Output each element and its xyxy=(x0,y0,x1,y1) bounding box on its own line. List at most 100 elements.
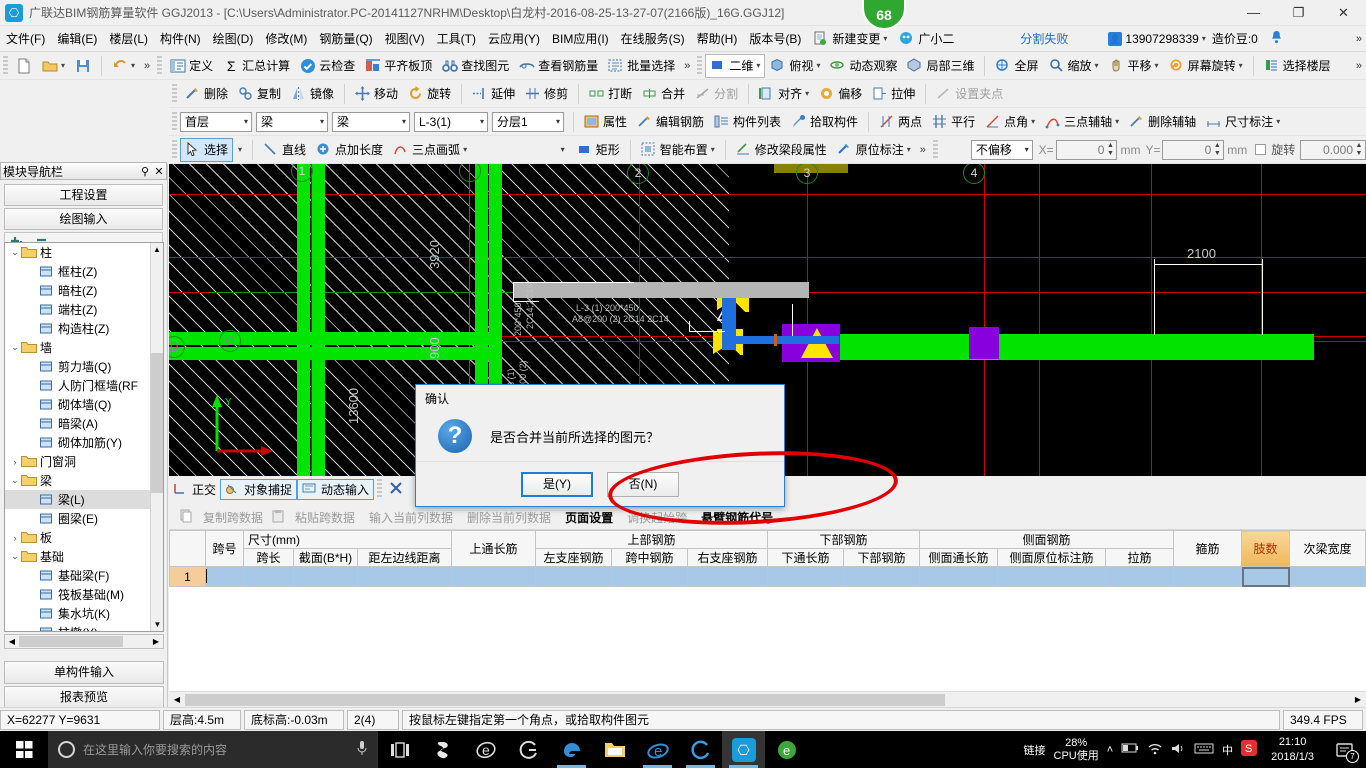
point-angle-axis-button[interactable]: 点角 ▾ xyxy=(980,110,1040,134)
toolbar-gripper[interactable] xyxy=(697,55,703,76)
align-button[interactable]: 对齐 ▾ xyxy=(754,82,814,106)
x-offset-input[interactable]: 0 ▲ ▼ xyxy=(1055,139,1118,160)
maximize-button[interactable]: ❐ xyxy=(1276,0,1321,26)
new-file-button[interactable] xyxy=(11,54,37,78)
draw-mode-combo[interactable]: ▾ xyxy=(472,140,568,160)
save-file-button[interactable] xyxy=(70,54,96,78)
toolbar1-overflow-right[interactable]: » xyxy=(680,60,694,72)
chevron-down-icon[interactable]: ▾ xyxy=(131,61,135,70)
delete-column-data-button[interactable]: 删除当前列数据 xyxy=(461,507,557,528)
cell-tie-rebar[interactable] xyxy=(1105,566,1174,587)
stretch-button[interactable]: 拉伸 xyxy=(867,82,920,106)
tree-vertical-scrollbar[interactable]: ▲ ▼ xyxy=(150,243,163,631)
chevron-down-icon[interactable]: ▾ xyxy=(816,61,820,70)
th-section-bh[interactable]: 截面(B*H) xyxy=(293,548,358,567)
spinner-icon[interactable]: ▲ ▼ xyxy=(1105,142,1115,158)
cell-bottom-through[interactable] xyxy=(767,566,844,587)
chevron-down-icon[interactable]: ⌄ xyxy=(9,342,21,353)
task-view-icon[interactable] xyxy=(378,731,421,768)
tree-item[interactable]: 人防门框墙(RF xyxy=(5,376,150,395)
rectangle-tool-button[interactable]: 矩形 xyxy=(572,138,625,162)
batch-select-button[interactable]: 批量选择 xyxy=(603,54,680,78)
cell-side-through[interactable] xyxy=(919,566,998,587)
menu-bim[interactable]: BIM应用(I) xyxy=(546,27,615,50)
hscroll-thumb[interactable] xyxy=(185,693,945,706)
strip-gripper[interactable] xyxy=(377,479,383,499)
toolbar-gripper[interactable] xyxy=(172,139,177,160)
tree-item[interactable]: 筏板基础(M) xyxy=(5,585,150,604)
undo-button[interactable]: ▾ xyxy=(107,54,140,78)
trim-button[interactable]: 修剪 xyxy=(520,82,573,106)
smart-layout-button[interactable]: 智能布置 ▾ xyxy=(636,138,720,162)
tree-item[interactable]: ⌄ 基础 xyxy=(5,547,150,566)
axis-bubble-C[interactable]: C xyxy=(219,330,241,352)
th-secondary-beam-width[interactable]: 次梁宽度 xyxy=(1289,530,1366,567)
th-span-no[interactable]: 跨号 xyxy=(205,530,244,567)
tree-item[interactable]: 暗柱(Z) xyxy=(5,281,150,300)
component-combo[interactable]: L-3(1) ▾ xyxy=(414,111,488,132)
open-file-button[interactable]: ▾ xyxy=(37,54,70,78)
tree-item[interactable]: 框柱(Z) xyxy=(5,262,150,281)
dialog-no-button[interactable]: 否(N) xyxy=(607,471,679,497)
menu-version[interactable]: 版本号(B) xyxy=(743,27,807,50)
cell-span-no[interactable] xyxy=(205,566,244,587)
offset-mode-combo[interactable]: 不偏移 ▾ xyxy=(970,139,1033,160)
app-s-icon[interactable] xyxy=(421,731,464,768)
tree-item[interactable]: › 板 xyxy=(5,528,150,547)
tree-item[interactable]: 暗梁(A) xyxy=(5,414,150,433)
menu-edit[interactable]: 编辑(E) xyxy=(51,27,103,50)
g-icon[interactable] xyxy=(679,731,722,768)
cell-midspan[interactable] xyxy=(611,566,688,587)
edge-icon[interactable] xyxy=(550,731,593,768)
scroll-thumb[interactable] xyxy=(151,353,163,493)
cell-section-bh[interactable] xyxy=(293,566,358,587)
category-combo[interactable]: 梁 ▾ xyxy=(256,111,328,132)
hscroll-thumb[interactable] xyxy=(19,636,123,647)
tree-item[interactable]: 基础梁(F) xyxy=(5,566,150,585)
beam-element[interactable] xyxy=(809,347,1314,360)
volume-icon[interactable] xyxy=(1171,742,1186,758)
rotate-checkbox[interactable] xyxy=(1255,144,1267,155)
selected-beam-segment[interactable] xyxy=(729,336,839,344)
th-top-through[interactable]: 上通长筋 xyxy=(451,530,536,567)
chevron-down-icon[interactable]: ▾ xyxy=(61,61,65,70)
menu-help[interactable]: 帮助(H) xyxy=(691,27,744,50)
move-button[interactable]: 移动 xyxy=(350,82,403,106)
battery-icon[interactable] xyxy=(1121,742,1139,757)
tree-item[interactable]: › 门窗洞 xyxy=(5,452,150,471)
break-button[interactable]: 打断 xyxy=(584,82,637,106)
scroll-left-icon[interactable]: ◀ xyxy=(5,637,19,646)
tree-horizontal-scrollbar[interactable]: ◀ ▶ xyxy=(4,634,164,649)
tree-item[interactable]: ⌄ 梁 xyxy=(5,471,150,490)
view-2d-button[interactable]: 二维 ▾ xyxy=(705,53,766,78)
component-list-button[interactable]: 构件列表 xyxy=(709,110,786,134)
th-side-through[interactable]: 侧面通长筋 xyxy=(919,548,998,567)
th-stirrup[interactable]: 箍筋 xyxy=(1173,530,1242,567)
menu-file[interactable]: 文件(F) xyxy=(0,27,51,50)
beam-element[interactable] xyxy=(312,164,325,482)
cell-left-support[interactable] xyxy=(535,566,612,587)
copy-span-data-button[interactable]: 复制跨数据 xyxy=(197,507,269,528)
ime-indicator[interactable]: 中 xyxy=(1222,742,1233,758)
fullscreen-button[interactable]: 全屏 xyxy=(990,54,1043,78)
th-span-length[interactable]: 跨长 xyxy=(243,548,294,567)
scroll-down-icon[interactable]: ▼ xyxy=(151,618,163,631)
clock[interactable]: 21:10 2018/1/3 xyxy=(1265,735,1320,765)
dialog-yes-button[interactable]: 是(Y) xyxy=(521,471,593,497)
ie-old-icon[interactable]: e xyxy=(464,731,507,768)
cloud-check-button[interactable]: 云检查 xyxy=(295,54,360,78)
split-button[interactable]: 分割 xyxy=(690,82,743,106)
top-view-button[interactable]: 俯视 ▾ xyxy=(765,54,825,78)
close-button[interactable]: ✕ xyxy=(1321,0,1366,26)
pan-button[interactable]: 平移 ▾ xyxy=(1104,54,1164,78)
menu-online-service[interactable]: 在线服务(S) xyxy=(615,27,691,50)
spinner-icon[interactable]: ▲ ▼ xyxy=(1212,142,1222,158)
floor-combo[interactable]: 首层 ▾ xyxy=(180,111,252,132)
span-data-table[interactable]: 跨号 尺寸(mm) 上通长筋 上部钢筋 下部钢筋 侧面钢筋 箍筋 肢数 次梁宽度… xyxy=(169,529,1366,691)
start-button[interactable] xyxy=(0,731,48,768)
tree-item[interactable]: 梁(L) xyxy=(5,490,150,509)
ortho-toggle[interactable]: 正交 xyxy=(169,479,220,500)
chevron-right-icon[interactable]: › xyxy=(9,533,21,543)
axis-bubble-4[interactable]: 4 xyxy=(963,164,985,184)
cell-side-inplace[interactable] xyxy=(997,566,1106,587)
